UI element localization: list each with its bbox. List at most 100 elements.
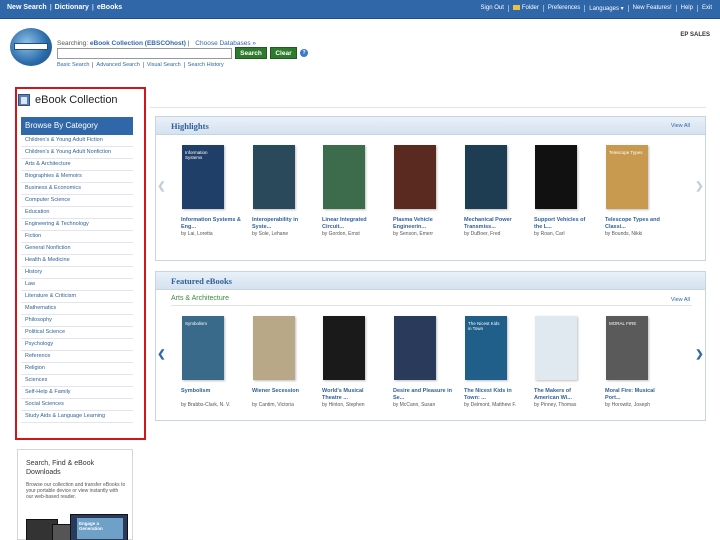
book-cover-image[interactable] xyxy=(394,316,436,380)
category-link[interactable]: Self-Help & Family xyxy=(21,387,133,399)
category-link[interactable]: Arts & Architecture xyxy=(21,159,133,171)
book-author: by Hinton, Stephen xyxy=(322,402,365,408)
category-link[interactable]: History xyxy=(21,267,133,279)
clear-button[interactable]: Clear xyxy=(270,47,297,59)
book-author: by Delmont, Matthew F. xyxy=(464,402,517,408)
visual-search-link[interactable]: Visual Search xyxy=(142,62,184,68)
book-title-link[interactable]: The Makers of American Wi... xyxy=(534,388,594,401)
book-cover-image[interactable]: The Nicest Kids in Town xyxy=(465,316,507,380)
book-title-link[interactable]: Interoperability in Syste... xyxy=(252,217,312,230)
scope-separator: | xyxy=(187,40,190,47)
devices-image: Engage a Generation xyxy=(26,514,130,540)
book-cover-image[interactable]: MORAL FIRE xyxy=(606,316,648,380)
book-title-link[interactable]: The Nicest Kids in Town: ... xyxy=(464,388,524,401)
category-link[interactable]: Education xyxy=(21,207,133,219)
nav-ebooks[interactable]: eBooks xyxy=(94,4,125,11)
category-link[interactable]: Reference xyxy=(21,351,133,363)
folder-label: Folder xyxy=(521,5,539,11)
book-author: by Cantim, Victoria xyxy=(252,402,294,408)
book-title-link[interactable]: Information Systems & Eng... xyxy=(181,217,241,230)
book-cover-image[interactable] xyxy=(253,316,295,380)
search-input[interactable] xyxy=(57,48,232,59)
carousel-next-arrow-icon[interactable]: ❯ xyxy=(695,346,704,364)
category-link[interactable]: Mathematics xyxy=(21,303,133,315)
category-link[interactable]: Computer Science xyxy=(21,195,133,207)
book-author: by Bounds, Nikki xyxy=(605,231,643,237)
category-link[interactable]: Study Aids & Language Learning xyxy=(21,411,133,423)
book-cover-image[interactable]: Information Systems xyxy=(182,145,224,209)
featured-title: Featured eBooks xyxy=(171,276,232,286)
carousel-next-arrow-icon[interactable]: ❯ xyxy=(695,178,704,196)
book-cover-image[interactable] xyxy=(323,316,365,380)
book-cover-image[interactable]: Telescope Types xyxy=(606,145,648,209)
view-all-link[interactable]: View All xyxy=(671,297,690,303)
view-all-link[interactable]: View All xyxy=(671,123,690,129)
category-link[interactable]: Biographies & Memoirs xyxy=(21,171,133,183)
preferences-link[interactable]: Preferences xyxy=(542,5,584,12)
book-title-link[interactable]: Wiener Secession xyxy=(252,388,312,395)
book-cover-image[interactable] xyxy=(535,316,577,380)
sidebar-header: Browse By Category xyxy=(21,117,133,135)
languages-menu[interactable]: Languages ▾ xyxy=(584,5,627,12)
book-cover-image[interactable] xyxy=(394,145,436,209)
book-author: by Lai, Loretta xyxy=(181,231,213,237)
book-cover-image[interactable] xyxy=(465,145,507,209)
help-link[interactable]: Help xyxy=(675,5,697,12)
category-list: Children's & Young Adult Fiction Childre… xyxy=(21,135,133,423)
category-link[interactable]: Health & Medicine xyxy=(21,255,133,267)
book-author: by Gordon, Ernst xyxy=(322,231,360,237)
book-title-link[interactable]: Symbolism xyxy=(181,388,241,395)
nav-dictionary[interactable]: Dictionary xyxy=(52,4,92,11)
category-link[interactable]: Social Sciences xyxy=(21,399,133,411)
book-title-link[interactable]: Moral Fire: Musical Port... xyxy=(605,388,665,401)
category-link[interactable]: Children's & Young Adult Fiction xyxy=(21,135,133,147)
category-link[interactable]: Political Science xyxy=(21,327,133,339)
category-link[interactable]: Religion xyxy=(21,363,133,375)
choose-databases-link[interactable]: Choose Databases » xyxy=(195,40,256,47)
book-title-link[interactable]: Mechanical Power Transmiss... xyxy=(464,217,524,230)
nav-separator: | xyxy=(49,4,52,11)
ebsco-logo[interactable] xyxy=(10,28,52,66)
highlights-panel: Highlights View All ❮ ❯ Information Syst… xyxy=(155,116,706,261)
search-history-link[interactable]: Search History xyxy=(183,62,227,68)
category-link[interactable]: Business & Economics xyxy=(21,183,133,195)
book-cover-image[interactable] xyxy=(323,145,365,209)
category-link[interactable]: Children's & Young Adult Nonfiction xyxy=(21,147,133,159)
category-link[interactable]: Literature & Criticism xyxy=(21,291,133,303)
category-link[interactable]: General Nonfiction xyxy=(21,243,133,255)
book-author: by Roan, Carl xyxy=(534,231,565,237)
book-title-link[interactable]: Support Vehicles of the L... xyxy=(534,217,594,230)
book-cover-image[interactable]: Symbolism xyxy=(182,316,224,380)
logo-band xyxy=(14,43,48,50)
book-title-link[interactable]: Desire and Pleasure in Se... xyxy=(393,388,453,401)
category-link[interactable]: Law xyxy=(21,279,133,291)
download-promo[interactable]: Search, Find & eBook Downloads Browse ou… xyxy=(17,449,133,540)
exit-link[interactable]: Exit xyxy=(696,5,716,12)
search-button[interactable]: Search xyxy=(235,47,267,59)
book-title-link[interactable]: Telescope Types and Classi... xyxy=(605,217,665,230)
carousel-prev-arrow-icon[interactable]: ❮ xyxy=(157,178,166,196)
advanced-search-link[interactable]: Advanced Search xyxy=(92,62,143,68)
folder-link[interactable]: Folder xyxy=(507,5,543,12)
nav-new-search[interactable]: New Search xyxy=(4,4,50,11)
featured-header: Featured eBooks xyxy=(156,272,705,290)
category-link[interactable]: Psychology xyxy=(21,339,133,351)
book-cover-image[interactable] xyxy=(253,145,295,209)
category-link[interactable]: Philosophy xyxy=(21,315,133,327)
category-link[interactable]: Sciences xyxy=(21,375,133,387)
category-link[interactable]: Engineering & Technology xyxy=(21,219,133,231)
help-icon[interactable]: ? xyxy=(300,49,308,57)
book-cover-image[interactable] xyxy=(535,145,577,209)
sign-out-link[interactable]: Sign Out xyxy=(477,5,508,12)
category-link[interactable]: Fiction xyxy=(21,231,133,243)
book-author: by DuBoer, Fred xyxy=(464,231,501,237)
book-title-link[interactable]: Linear Integrated Circuit... xyxy=(322,217,382,230)
book-title-link[interactable]: Plasma Vehicle Engineerin... xyxy=(393,217,453,230)
promo-text: Browse our collection and transfer eBook… xyxy=(26,482,126,500)
page-title: eBook Collection xyxy=(35,94,118,106)
new-features-link[interactable]: New Features! xyxy=(627,5,676,12)
basic-search-link[interactable]: Basic Search xyxy=(57,62,92,68)
featured-category-label: Arts & Architecture xyxy=(171,295,229,302)
carousel-prev-arrow-icon[interactable]: ❮ xyxy=(157,346,166,364)
book-title-link[interactable]: World's Musical Theatre ... xyxy=(322,388,382,401)
